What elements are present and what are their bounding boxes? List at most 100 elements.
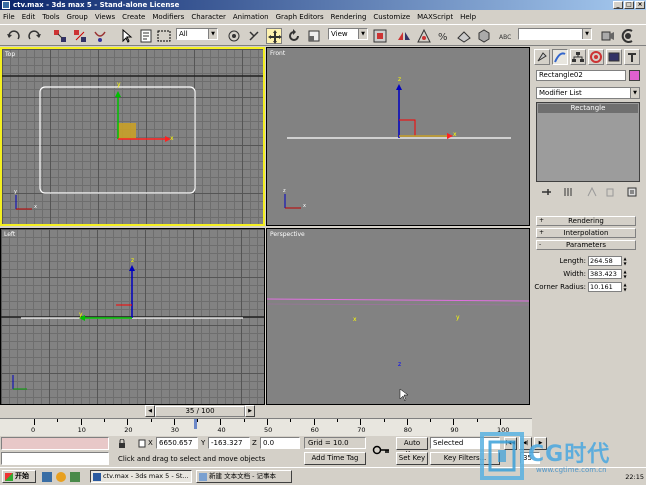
menu-file[interactable]: File: [0, 11, 19, 23]
rollout-rendering[interactable]: + Rendering: [536, 216, 636, 226]
rollout-interpolation[interactable]: + Interpolation: [536, 228, 636, 238]
named-selection-dropdown[interactable]: ▼: [518, 28, 592, 40]
set-key-button[interactable]: Set Key: [396, 452, 428, 465]
rollout-parameters[interactable]: - Parameters: [536, 240, 636, 250]
width-input[interactable]: 383.423 ▲ ▼: [588, 269, 627, 279]
align-icon[interactable]: [416, 28, 432, 44]
timeline-tick: [150, 419, 152, 422]
tab-utilities-icon[interactable]: [624, 49, 640, 65]
menu-rendering[interactable]: Rendering: [328, 11, 371, 23]
key-icon[interactable]: [372, 444, 390, 456]
corner-radius-input[interactable]: 10.161 ▲ ▼: [588, 282, 627, 292]
x-coord-label: X: [148, 439, 153, 447]
select-object-icon[interactable]: [118, 28, 134, 44]
object-name-field[interactable]: Rectangle02: [536, 70, 626, 81]
auto-key-button[interactable]: Auto Key: [396, 437, 428, 458]
menu-views[interactable]: Views: [92, 11, 119, 23]
object-color-swatch[interactable]: [629, 70, 640, 81]
use-pivot-center-icon[interactable]: [372, 28, 388, 44]
menu-graph-editors[interactable]: Graph Editors: [273, 11, 328, 23]
mirror-icon[interactable]: [396, 28, 412, 44]
spacing-tool-icon[interactable]: %: [436, 28, 452, 44]
select-by-name-icon[interactable]: [138, 28, 154, 44]
named-selection-icon[interactable]: ABC: [498, 28, 514, 44]
menu-animation[interactable]: Animation: [230, 11, 273, 23]
status-prompt: Click and drag to select and move object…: [118, 455, 266, 463]
menu-tools[interactable]: Tools: [39, 11, 63, 23]
add-time-tag-button[interactable]: Add Time Tag: [304, 452, 366, 465]
maxscript-mini-listener[interactable]: [1, 452, 109, 465]
start-button[interactable]: 开始: [2, 470, 36, 483]
z-coord-input[interactable]: 0.0: [260, 437, 300, 449]
browser-icon[interactable]: [56, 472, 66, 482]
render-scene-icon[interactable]: [600, 28, 616, 44]
rectangular-selection-icon[interactable]: [156, 28, 172, 44]
maxscript-listener[interactable]: [1, 437, 109, 450]
maximize-button[interactable]: □: [624, 1, 634, 9]
tab-modify-icon[interactable]: [552, 49, 568, 65]
track-bar[interactable]: 0 10 20 30 40 50 60 70 80 90 100: [0, 418, 532, 436]
pin-stack-icon[interactable]: [540, 186, 552, 198]
select-and-rotate-icon[interactable]: [286, 28, 302, 44]
spinner-icon[interactable]: ▲ ▼: [622, 256, 628, 266]
show-end-result-icon[interactable]: [562, 186, 574, 198]
task-notepad[interactable]: 新建 文本文档 - 记事本: [196, 470, 292, 483]
tab-motion-icon[interactable]: [588, 49, 604, 65]
viewport-front[interactable]: Front z x z x: [266, 47, 530, 226]
material-editor-icon[interactable]: [476, 28, 492, 44]
normal-align-icon[interactable]: [456, 28, 472, 44]
selection-filter-dropdown[interactable]: All ▼: [176, 28, 218, 40]
tab-create-icon[interactable]: [534, 49, 550, 65]
timeline-tick-label: 30: [170, 426, 180, 434]
x-coord-input[interactable]: 6650.657: [156, 437, 198, 449]
spinner-icon[interactable]: ▲ ▼: [622, 269, 628, 279]
axis-label-x: x: [353, 316, 357, 323]
make-unique-icon[interactable]: [586, 186, 598, 198]
spinner-icon[interactable]: ▲ ▼: [622, 282, 628, 292]
viewport-top[interactable]: Top y x y x: [0, 47, 265, 226]
stack-item-rectangle[interactable]: Rectangle: [538, 104, 638, 113]
prev-frame-button[interactable]: ◀: [145, 405, 155, 417]
select-and-link-icon[interactable]: [52, 28, 68, 44]
tab-hierarchy-icon[interactable]: [570, 49, 586, 65]
media-icon[interactable]: [70, 472, 80, 482]
select-and-scale-icon[interactable]: [306, 28, 322, 44]
modifier-list-dropdown[interactable]: Modifier List ▼: [536, 87, 640, 99]
viewport-left[interactable]: Left z y: [0, 228, 265, 405]
next-frame-button[interactable]: ▶: [245, 405, 255, 417]
desktop-icon[interactable]: [42, 472, 52, 482]
watermark-url: www.cgtime.com.cn: [536, 466, 607, 474]
menu-group[interactable]: Group: [64, 11, 92, 23]
timeline-tick: [197, 419, 199, 422]
select-and-move-icon[interactable]: [266, 28, 282, 44]
unlink-icon[interactable]: [72, 28, 88, 44]
menu-character[interactable]: Character: [188, 11, 230, 23]
menu-modifiers[interactable]: Modifiers: [149, 11, 188, 23]
close-button[interactable]: ×: [635, 1, 645, 9]
length-input[interactable]: 264.58 ▲ ▼: [588, 256, 627, 266]
menu-maxscript[interactable]: MAXScript: [414, 11, 457, 23]
lock-selection-icon[interactable]: [118, 438, 126, 448]
y-coord-input[interactable]: -163.327: [208, 437, 250, 449]
absolute-mode-icon[interactable]: [138, 439, 146, 448]
menu-help[interactable]: Help: [457, 11, 480, 23]
tab-display-icon[interactable]: [606, 49, 622, 65]
configure-modifier-sets-icon[interactable]: [626, 186, 638, 198]
menu-customize[interactable]: Customize: [370, 11, 414, 23]
redo-button[interactable]: [26, 28, 42, 44]
time-slider[interactable]: 35 / 100: [155, 406, 245, 417]
snap-toggle-icon[interactable]: [246, 28, 262, 44]
timeline-tick-label: 20: [124, 426, 133, 434]
rectangle02-edge-perspective[interactable]: [267, 298, 529, 302]
task-3dsmax[interactable]: ctv.max - 3ds max 5 - St...: [90, 470, 192, 483]
viewport-perspective[interactable]: Perspective x y z: [266, 228, 530, 405]
remove-modifier-icon[interactable]: [604, 186, 616, 198]
reference-coordinate-dropdown[interactable]: View ▼: [328, 28, 368, 40]
minimize-button[interactable]: _: [613, 1, 623, 9]
bind-space-warp-icon[interactable]: [92, 28, 108, 44]
select-and-manipulate-icon[interactable]: [226, 28, 242, 44]
menu-edit[interactable]: Edit: [19, 11, 40, 23]
quick-render-icon[interactable]: [620, 28, 636, 44]
menu-create[interactable]: Create: [119, 11, 149, 23]
undo-button[interactable]: [6, 28, 22, 44]
